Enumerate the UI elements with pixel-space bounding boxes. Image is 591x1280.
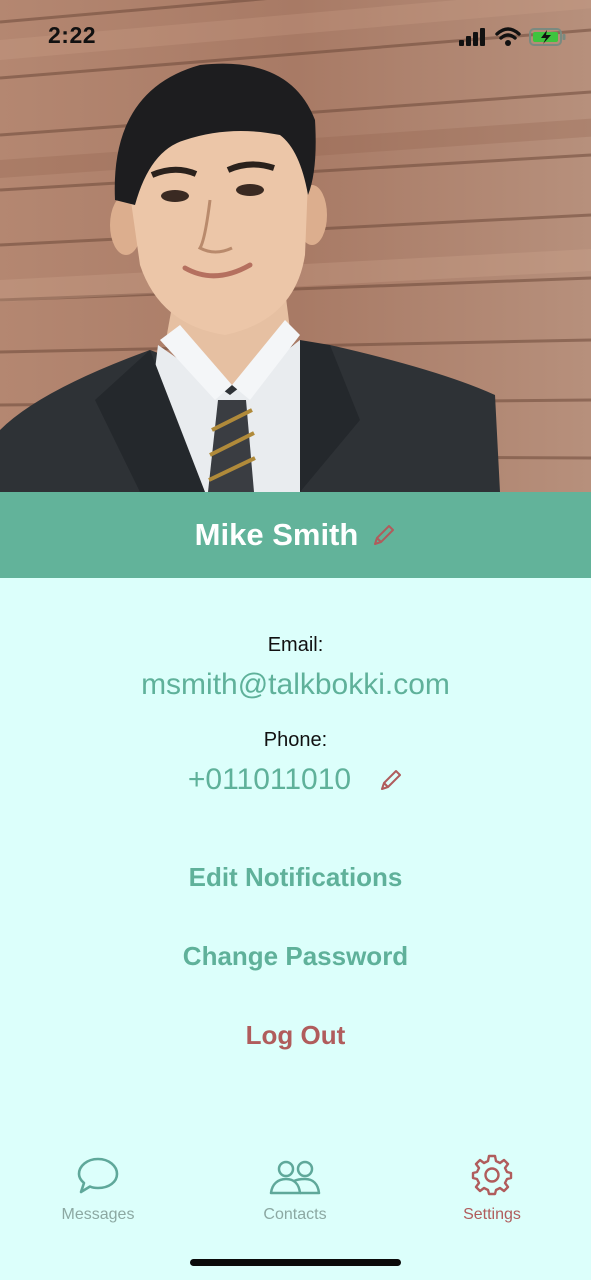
tab-contacts-label: Contacts [263, 1206, 327, 1223]
pencil-icon [381, 770, 402, 790]
phone-value: +011011010 [187, 763, 352, 796]
tab-settings[interactable]: Settings [412, 1150, 572, 1230]
tab-bar: Messages Contacts Settings [0, 1150, 591, 1240]
home-indicator [190, 1259, 401, 1266]
battery-charging-icon [529, 28, 566, 46]
signal-icon [459, 28, 485, 46]
status-time: 2:22 [48, 22, 97, 48]
profile-photo [0, 0, 591, 492]
gear-icon [471, 1154, 513, 1196]
log-out-button[interactable]: Log Out [0, 1020, 591, 1051]
phone-label: Phone: [263, 729, 328, 751]
phone-row: +011011010 [0, 760, 591, 800]
status-bar: 2:22 [0, 0, 591, 70]
email-value: msmith@talkbokki.com [141, 668, 450, 701]
pencil-icon [374, 525, 395, 545]
edit-name-button[interactable] [372, 523, 396, 547]
tab-messages-label: Messages [61, 1206, 135, 1223]
profile-photo-illustration [0, 0, 591, 492]
tab-messages[interactable]: Messages [18, 1150, 178, 1230]
edit-notifications-button[interactable]: Edit Notifications [0, 862, 591, 893]
wifi-icon [495, 27, 521, 46]
edit-phone-button[interactable] [379, 768, 403, 792]
status-icons [459, 26, 567, 48]
tab-contacts[interactable]: Contacts [215, 1150, 375, 1230]
people-icon [269, 1160, 321, 1195]
email-label: Email: [267, 634, 324, 656]
chat-bubble-icon [77, 1157, 119, 1194]
profile-name: Mike Smith [194, 517, 359, 552]
change-password-button[interactable]: Change Password [0, 941, 591, 972]
profile-name-bar: Mike Smith [0, 492, 591, 578]
tab-settings-label: Settings [463, 1206, 521, 1223]
